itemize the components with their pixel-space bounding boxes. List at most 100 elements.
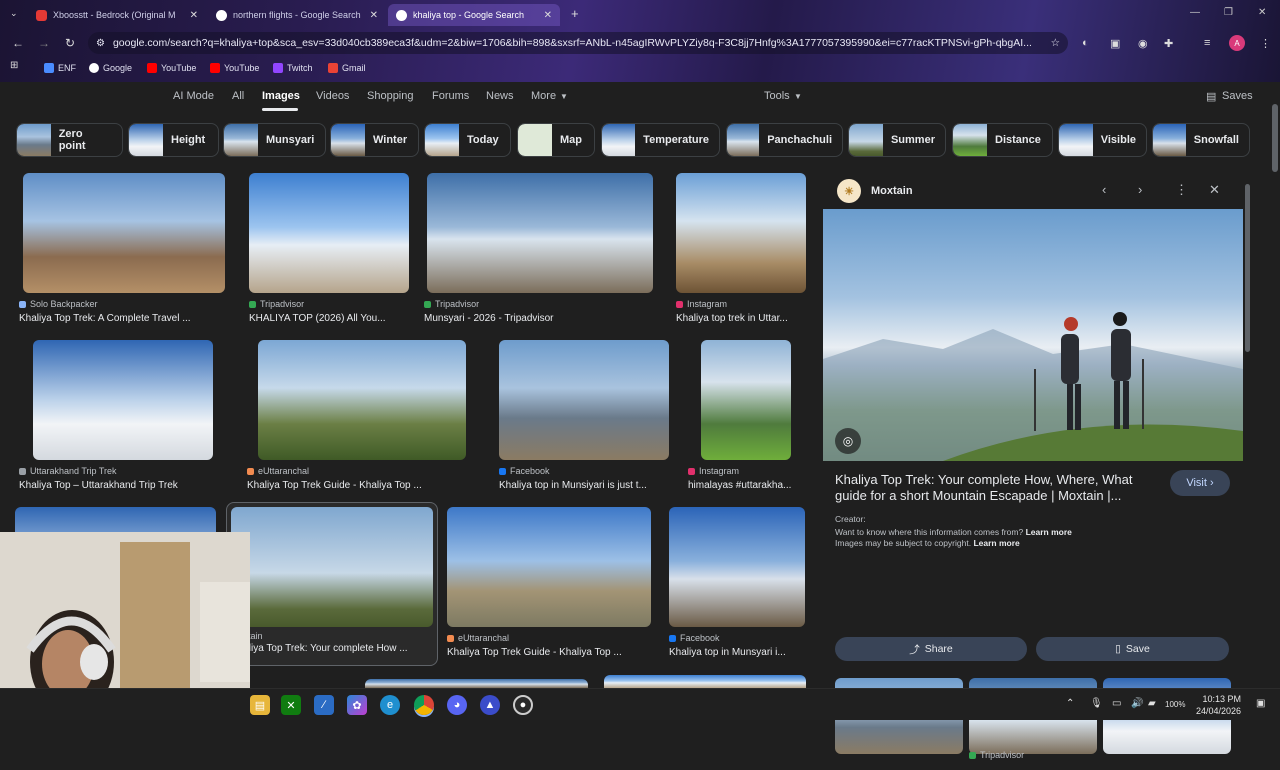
image-result[interactable]: eUttaranchal Khaliya Top Trek Guide - Kh… bbox=[247, 340, 469, 491]
result-title[interactable]: Khaliya Top Trek: Your complete How ... bbox=[231, 643, 433, 654]
learn-more-link[interactable]: Learn more bbox=[1026, 527, 1072, 537]
next-icon[interactable]: › bbox=[1138, 182, 1142, 197]
result-title[interactable]: Khaliya Top Trek: A Complete Travel ... bbox=[19, 313, 227, 324]
media-icon[interactable]: ≡ bbox=[1204, 37, 1210, 49]
tab-shopping[interactable]: Shopping bbox=[367, 90, 414, 102]
back-icon[interactable]: ← bbox=[12, 36, 24, 50]
result-title[interactable]: Khaliya top trek in Uttar... bbox=[676, 313, 806, 324]
chip-height[interactable]: Height bbox=[128, 123, 219, 157]
copilot-icon[interactable]: ✿ bbox=[347, 695, 367, 715]
result-image-partial[interactable] bbox=[604, 675, 806, 688]
edge-icon[interactable]: e bbox=[380, 695, 400, 715]
profile-avatar[interactable]: A bbox=[1229, 35, 1245, 51]
result-title[interactable]: Khaliya Top – Uttarakhand Trip Trek bbox=[19, 480, 229, 491]
extension-icon[interactable]: ◐ bbox=[1082, 37, 1089, 49]
app-icon[interactable]: ∕ bbox=[314, 695, 334, 715]
browser-menu-icon[interactable]: ⋮ bbox=[1260, 37, 1271, 50]
battery-icon[interactable]: ▰ bbox=[1148, 698, 1156, 709]
share-button[interactable]: ⤴ Share bbox=[835, 637, 1027, 661]
chip-map[interactable]: Map bbox=[517, 123, 595, 157]
chip-visible[interactable]: Visible bbox=[1058, 123, 1147, 157]
chip-today[interactable]: Today bbox=[424, 123, 511, 157]
result-title[interactable]: Khaliya top in Munsiyari is just t... bbox=[499, 480, 669, 491]
show-hidden-icons-icon[interactable]: ⌃ bbox=[1066, 698, 1074, 709]
obs-icon[interactable]: ● bbox=[513, 695, 533, 715]
result-image[interactable] bbox=[231, 507, 433, 627]
result-title[interactable]: Khaliya Top Trek Guide - Khaliya Top ... bbox=[247, 480, 469, 491]
saves-button[interactable]: Saves bbox=[1222, 90, 1253, 102]
display-icon[interactable]: ▭ bbox=[1112, 698, 1121, 709]
tools-button[interactable]: Tools bbox=[764, 90, 790, 102]
result-image[interactable] bbox=[33, 340, 213, 460]
tab-ai-mode[interactable]: AI Mode bbox=[173, 90, 214, 102]
result-image-partial[interactable] bbox=[365, 679, 588, 688]
tab-images[interactable]: Images bbox=[262, 90, 300, 102]
tab-bedrock[interactable]: Xboosstt - Bedrock (Original M ✕ bbox=[28, 4, 206, 26]
result-image[interactable] bbox=[447, 507, 651, 627]
image-result[interactable]: Uttarakhand Trip Trek Khaliya Top – Utta… bbox=[19, 340, 229, 491]
file-explorer-icon[interactable]: ▤ bbox=[250, 695, 270, 715]
tab-more[interactable]: More bbox=[531, 90, 556, 102]
tab-videos[interactable]: Videos bbox=[316, 90, 349, 102]
forward-icon[interactable]: → bbox=[38, 36, 50, 50]
preview-image[interactable]: ◎ bbox=[823, 209, 1243, 461]
image-result[interactable]: Tripadvisor Munsyari - 2026 - Tripadviso… bbox=[424, 173, 654, 324]
bookmark-youtube[interactable]: YouTube bbox=[147, 60, 196, 76]
learn-more-link-2[interactable]: Learn more bbox=[973, 538, 1019, 548]
system-clock[interactable]: 10:13 PM 24/04/2026 bbox=[1196, 693, 1241, 717]
visit-button[interactable]: Visit › bbox=[1170, 470, 1230, 496]
close-tab-icon[interactable]: ✕ bbox=[370, 10, 378, 21]
tab-northern-flights[interactable]: northern flights - Google Search ✕ bbox=[208, 4, 386, 26]
tab-forums[interactable]: Forums bbox=[432, 90, 469, 102]
bookmark-enf[interactable]: ENF bbox=[44, 60, 76, 76]
save-button[interactable]: ▯ Save bbox=[1036, 637, 1229, 661]
bookmark-star-icon[interactable]: ☆ bbox=[1051, 37, 1060, 49]
panel-scrollbar[interactable] bbox=[1245, 184, 1250, 352]
close-icon[interactable]: ✕ bbox=[1209, 182, 1220, 198]
close-tab-icon[interactable]: ✕ bbox=[190, 10, 198, 21]
window-close-icon[interactable]: ✕ bbox=[1258, 7, 1266, 18]
result-title[interactable]: Khaliya Top Trek Guide - Khaliya Top ... bbox=[447, 647, 651, 658]
image-result[interactable]: Solo Backpacker Khaliya Top Trek: A Comp… bbox=[19, 173, 227, 324]
image-result-selected[interactable]: Moxtain Khaliya Top Trek: Your complete … bbox=[226, 502, 438, 666]
chip-winter[interactable]: Winter bbox=[330, 123, 419, 157]
bookmark-youtube-2[interactable]: YouTube bbox=[210, 60, 259, 76]
result-image[interactable] bbox=[701, 340, 791, 460]
result-title[interactable]: KHALIYA TOP (2026) All You... bbox=[249, 313, 409, 324]
bookmark-twitch[interactable]: Twitch bbox=[273, 60, 313, 76]
extensions-puzzle-icon[interactable]: ✚ bbox=[1164, 37, 1173, 50]
volume-icon[interactable]: 🔊 bbox=[1131, 698, 1143, 709]
discord-icon[interactable]: ◕ bbox=[447, 695, 467, 715]
result-image[interactable] bbox=[249, 173, 409, 293]
result-image[interactable] bbox=[669, 507, 805, 627]
extension-icon[interactable]: ◉ bbox=[1138, 37, 1148, 50]
bookmark-google[interactable]: Google bbox=[89, 60, 132, 76]
result-title[interactable]: himalayas #uttarakha... bbox=[688, 480, 806, 491]
result-image[interactable] bbox=[258, 340, 466, 460]
site-info-icon[interactable]: ⚙ bbox=[96, 38, 105, 49]
app-icon-2[interactable]: ▲ bbox=[480, 695, 500, 715]
minimize-icon[interactable]: — bbox=[1190, 7, 1200, 18]
image-result[interactable]: Instagram Khaliya top trek in Uttar... bbox=[676, 173, 806, 324]
chrome-icon[interactable] bbox=[414, 695, 434, 715]
result-image[interactable] bbox=[23, 173, 225, 293]
result-title[interactable]: Munsyari - 2026 - Tripadvisor bbox=[424, 313, 654, 324]
result-image[interactable] bbox=[676, 173, 806, 293]
previous-icon[interactable]: ‹ bbox=[1102, 182, 1106, 197]
result-image[interactable] bbox=[427, 173, 653, 293]
tab-khaliya-top[interactable]: khaliya top - Google Search ✕ bbox=[388, 4, 560, 26]
xbox-icon[interactable]: ✕ bbox=[281, 695, 301, 715]
tab-search-icon[interactable]: ⌄ bbox=[10, 8, 18, 19]
maximize-icon[interactable]: ❐ bbox=[1224, 7, 1233, 18]
chip-panchachuli[interactable]: Panchachuli bbox=[726, 123, 843, 157]
address-bar[interactable]: ⚙ google.com/search?q=khaliya+top&sca_es… bbox=[88, 32, 1068, 54]
chip-snowfall[interactable]: Snowfall bbox=[1152, 123, 1250, 157]
image-result[interactable]: Instagram himalayas #uttarakha... bbox=[688, 340, 806, 491]
tab-all[interactable]: All bbox=[232, 90, 244, 102]
chip-summer[interactable]: Summer bbox=[848, 123, 946, 157]
panel-title[interactable]: Khaliya Top Trek: Your complete How, Whe… bbox=[835, 472, 1155, 504]
image-result[interactable]: Facebook Khaliya top in Munsiyari is jus… bbox=[499, 340, 669, 491]
chip-zero-point[interactable]: Zero point bbox=[16, 123, 123, 157]
image-result[interactable]: Tripadvisor KHALIYA TOP (2026) All You..… bbox=[249, 173, 409, 324]
google-lens-icon[interactable]: ◎ bbox=[835, 428, 861, 454]
